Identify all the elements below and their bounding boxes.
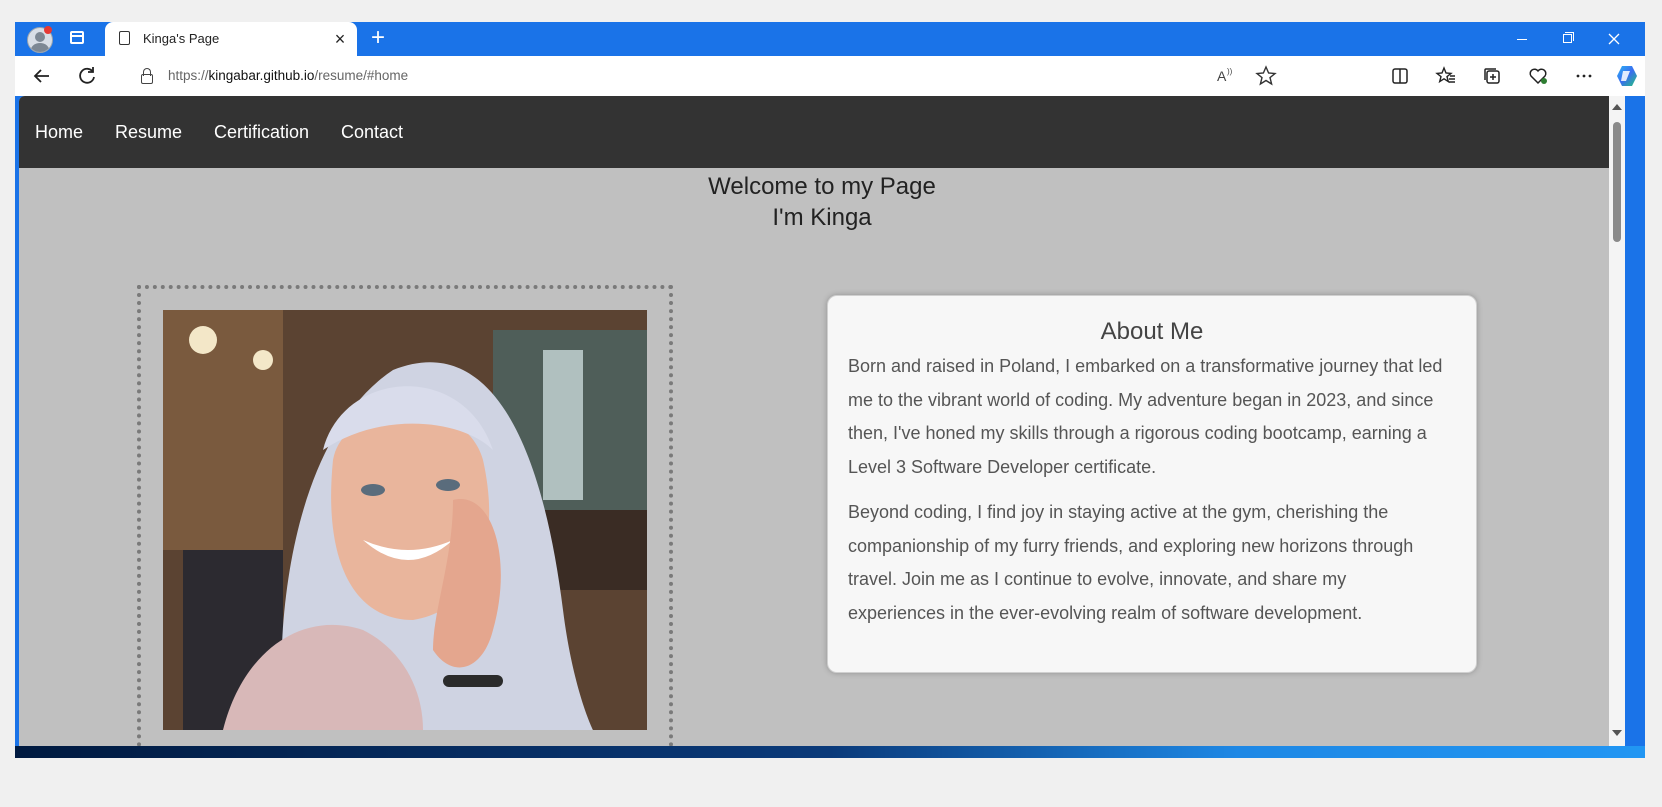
nav-resume-link[interactable]: Resume <box>115 122 182 143</box>
url-text: https://kingabar.github.io/resume/#home <box>168 68 409 83</box>
browser-toolbar: https://kingabar.github.io/resume/#home … <box>15 56 1645 96</box>
tab-title: Kinga's Page <box>143 31 220 46</box>
page-document-icon <box>119 31 130 45</box>
about-paragraph-1: Born and raised in Poland, I embarked on… <box>848 356 1443 477</box>
back-icon[interactable] <box>28 62 56 90</box>
browser-essentials-icon[interactable] <box>1524 62 1552 90</box>
copilot-icon[interactable] <box>1613 62 1641 90</box>
favorite-star-icon[interactable] <box>1252 62 1280 90</box>
tab-close-icon[interactable]: × <box>329 28 351 50</box>
nav-home-link[interactable]: Home <box>35 122 83 143</box>
name-heading: I'm Kinga <box>772 204 872 231</box>
notification-dot-icon <box>44 26 52 34</box>
welcome-heading: Welcome to my Page <box>708 173 936 200</box>
title-bar: Kinga's Page × + <box>15 22 1645 56</box>
scroll-thumb[interactable] <box>1613 122 1621 242</box>
svg-text:A: A <box>1217 68 1227 84</box>
page-scrollbar[interactable] <box>1609 96 1625 746</box>
browser-window: Kinga's Page × + https://kingabar.github… <box>15 22 1645 758</box>
collections-icon[interactable] <box>1478 62 1506 90</box>
tab-actions-icon[interactable] <box>70 31 84 44</box>
minimize-button[interactable] <box>1507 27 1537 51</box>
nav-contact-link[interactable]: Contact <box>341 122 403 143</box>
lock-icon[interactable] <box>140 68 154 84</box>
taskbar-strip <box>15 746 1645 758</box>
address-bar[interactable]: https://kingabar.github.io/resume/#home … <box>122 59 1372 93</box>
about-me-title: About Me <box>1100 318 1204 345</box>
new-tab-button[interactable]: + <box>365 26 391 52</box>
scroll-down-icon[interactable] <box>1612 730 1622 736</box>
split-screen-icon[interactable] <box>1386 62 1414 90</box>
profile-photo-frame <box>137 285 673 746</box>
more-icon[interactable] <box>1570 62 1598 90</box>
about-paragraph-2: Beyond coding, I find joy in staying act… <box>848 502 1414 623</box>
browser-tab[interactable]: Kinga's Page × <box>105 22 357 56</box>
close-window-button[interactable] <box>1599 27 1629 51</box>
nav-certification-link[interactable]: Certification <box>214 122 309 143</box>
web-page: Home Resume Certification Contact Welcom… <box>19 96 1625 746</box>
read-aloud-icon[interactable]: A)) <box>1211 62 1239 90</box>
scroll-up-icon[interactable] <box>1612 104 1622 110</box>
restore-button[interactable] <box>1553 27 1583 51</box>
refresh-icon[interactable] <box>73 62 101 90</box>
svg-text:)): )) <box>1227 67 1233 76</box>
about-me-card: About Me Born and raised in Poland, I em… <box>827 295 1477 673</box>
favorites-icon[interactable] <box>1432 62 1460 90</box>
site-navbar: Home Resume Certification Contact <box>19 96 1625 168</box>
profile-photo <box>163 310 647 730</box>
